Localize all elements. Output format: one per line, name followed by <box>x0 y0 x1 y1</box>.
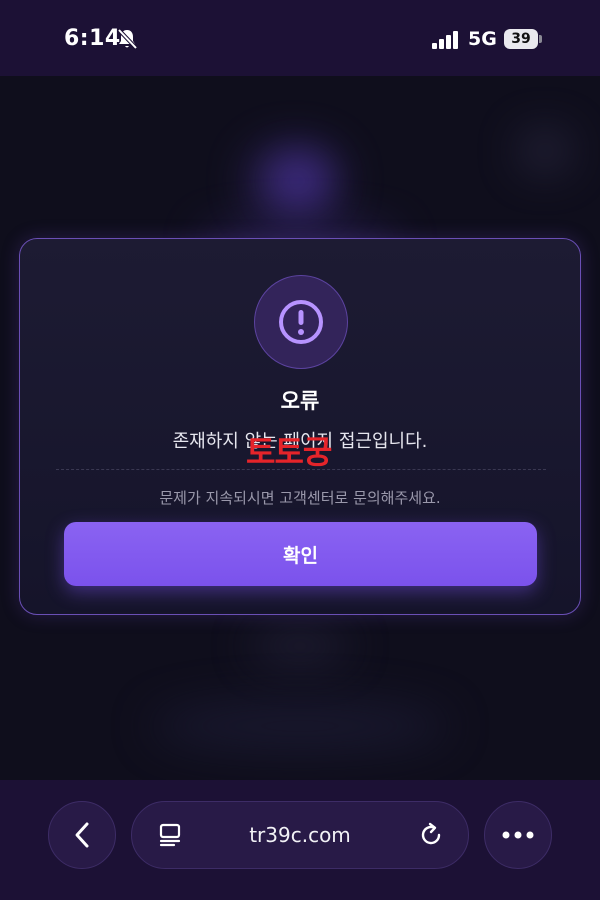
alert-badge <box>254 275 348 369</box>
dialog-divider <box>56 469 546 470</box>
confirm-button[interactable]: 확인 <box>64 522 537 586</box>
battery-tip <box>539 35 542 43</box>
url-text[interactable]: tr39c.com <box>132 823 468 847</box>
exclamation-circle-icon <box>279 300 323 344</box>
status-time: 6:14 <box>64 26 121 51</box>
back-arrow-icon <box>75 822 89 848</box>
dialog-sub-message: 문제가 지속되시면 고객센터로 문의해주세요. <box>159 489 441 507</box>
more-icon <box>502 831 534 839</box>
error-dialog: 오류 존재하지 않는 페이지 접근입니다. 토토궁 문제가 지속되시면 고객센터… <box>19 238 581 615</box>
back-button[interactable] <box>48 801 116 869</box>
battery-indicator: 39 <box>504 29 538 49</box>
blur-shape <box>150 701 450 751</box>
bell-slash-icon <box>117 28 137 50</box>
address-bar[interactable]: tr39c.com <box>131 801 469 869</box>
watermark-overlay: 토토궁 <box>246 433 332 471</box>
dialog-title: 오류 <box>280 389 320 413</box>
reload-icon[interactable] <box>419 822 445 848</box>
more-options-button[interactable] <box>484 801 552 869</box>
signal-icon <box>432 31 458 49</box>
blur-shape <box>280 161 320 201</box>
blur-shape <box>520 131 570 171</box>
blur-shape <box>250 631 350 661</box>
network-label: 5G <box>468 28 497 50</box>
status-bar: 6:14 5G 39 <box>0 0 600 76</box>
browser-toolbar: tr39c.com <box>0 780 600 900</box>
